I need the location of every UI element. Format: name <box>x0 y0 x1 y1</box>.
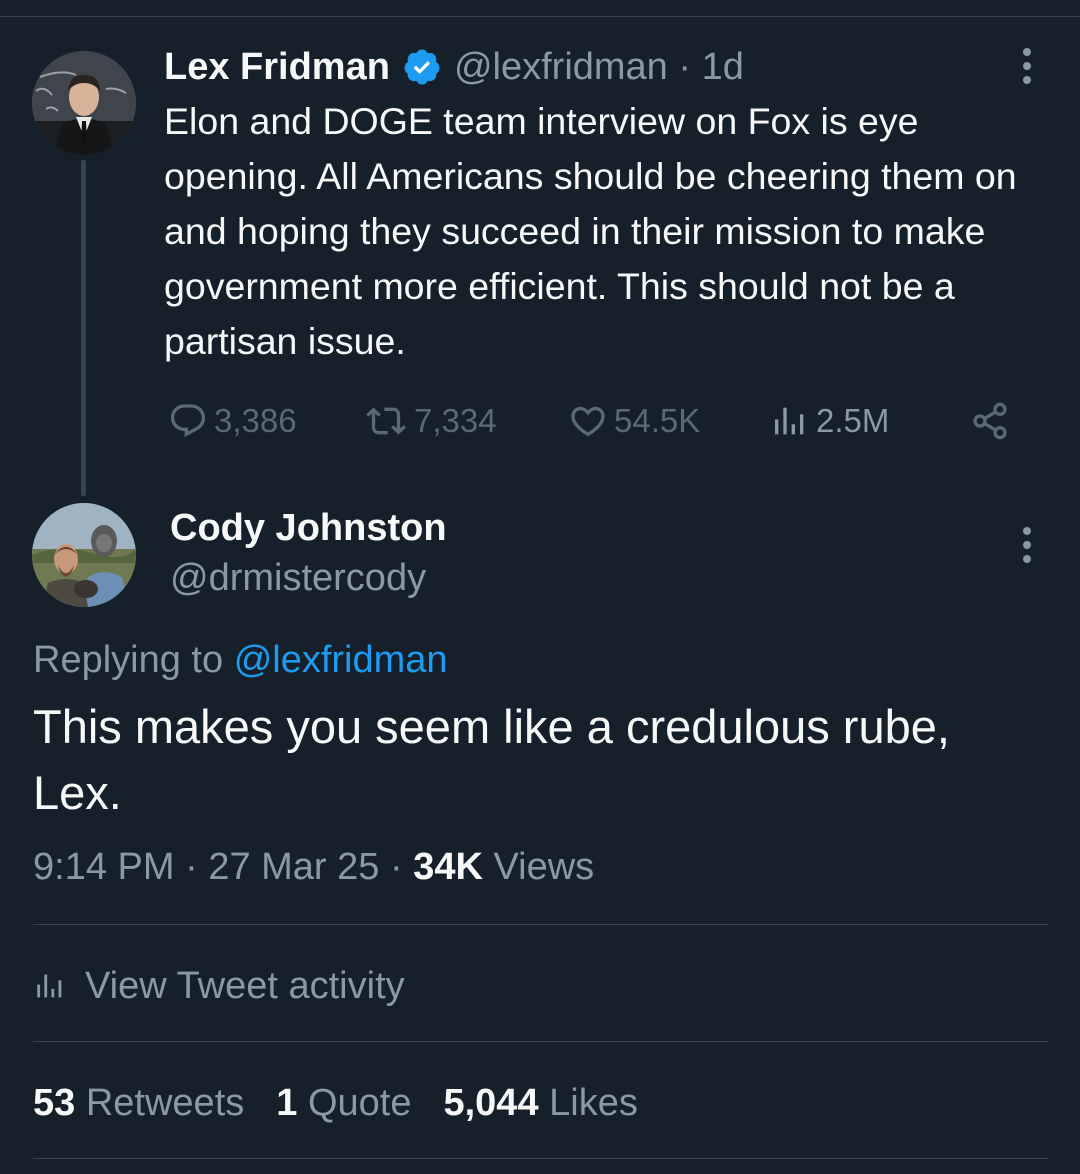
meta-separator-1: · <box>185 846 198 888</box>
parent-tweet-actions: 3,386 7,334 54.5K 2.5M <box>164 396 1024 446</box>
analytics-icon <box>37 974 62 998</box>
reply-author-name[interactable]: Cody Johnston <box>170 503 447 553</box>
parent-author-name[interactable]: Lex Fridman <box>164 46 390 89</box>
reply-tweet-text: This makes you seem like a credulous rub… <box>33 700 950 819</box>
view-tweet-activity-label: View Tweet activity <box>85 964 405 1007</box>
reply-button[interactable]: 3,386 <box>168 396 297 446</box>
retweet-button[interactable]: 7,334 <box>364 396 497 446</box>
retweets-label: Retweets <box>85 1081 245 1124</box>
like-button[interactable]: 54.5K <box>568 396 700 446</box>
quotes-label: Quote <box>307 1081 412 1124</box>
likes-stat-link[interactable]: 5,044 Likes <box>443 1082 637 1125</box>
reply-more-options-icon[interactable] <box>1012 525 1042 565</box>
retweets-stat-link[interactable]: 53 Retweets <box>33 1082 244 1125</box>
views-count: 2.5M <box>816 402 890 439</box>
retweets-count: 53 <box>33 1081 76 1124</box>
likes-count: 5,044 <box>443 1081 539 1124</box>
quotes-stat-link[interactable]: 1 Quote <box>276 1082 411 1125</box>
replying-to-mention-link[interactable]: @lexfridman <box>234 639 448 681</box>
engagement-stats: 53 Retweets 1 Quote 5,044 Likes <box>33 1077 670 1129</box>
share-icon <box>973 402 1007 440</box>
verified-badge-icon <box>402 47 442 87</box>
replying-to-label: Replying to <box>33 639 224 681</box>
parent-more-options-icon[interactable] <box>1012 46 1042 86</box>
reply-count: 3,386 <box>214 402 297 439</box>
divider <box>33 1158 1048 1159</box>
divider <box>33 924 1048 925</box>
like-count: 54.5K <box>614 402 701 439</box>
meta-separator-2: · <box>389 846 403 888</box>
thread-connector-line <box>81 160 86 496</box>
lex-avatar[interactable] <box>32 51 136 155</box>
heart-icon <box>571 406 605 437</box>
parent-tweet-header: Lex Fridman @lexfridman · 1d <box>164 42 744 92</box>
view-tweet-activity-button[interactable]: View Tweet activity <box>33 960 405 1012</box>
cody-avatar[interactable] <box>32 503 136 607</box>
parent-handle-and-time[interactable]: @lexfridman · 1d <box>454 46 744 89</box>
parent-tweet-text: Elon and DOGE team interview on Fox is e… <box>164 100 1017 362</box>
dot-separator: · <box>678 45 692 88</box>
divider <box>33 1041 1048 1042</box>
cody-avatar-image <box>32 503 136 607</box>
parent-handle[interactable]: @lexfridman <box>454 46 668 88</box>
quotes-count: 1 <box>276 1081 298 1124</box>
analytics-bars-icon <box>775 407 804 435</box>
top-divider <box>0 16 1080 17</box>
tweet-meta-line: 9:14 PM · 27 Mar 25 · 34K Views <box>33 842 594 892</box>
tweet-time[interactable]: 9:14 PM <box>33 846 175 888</box>
retweet-count: 7,334 <box>414 402 497 439</box>
views-button[interactable]: 2.5M <box>770 396 889 446</box>
reply-icon <box>170 404 206 438</box>
retweet-icon <box>366 407 406 435</box>
share-button[interactable] <box>970 396 1016 446</box>
views-label: Views <box>493 846 595 888</box>
tweet-detail-page: Lex Fridman @lexfridman · 1d Elon and DO… <box>0 0 1080 1174</box>
lex-avatar-image <box>32 51 136 155</box>
parent-timestamp[interactable]: 1d <box>702 46 744 88</box>
tweet-date[interactable]: 27 Mar 25 <box>208 846 379 888</box>
reply-author-handle[interactable]: @drmistercody <box>170 553 426 603</box>
views-count-bold: 34K <box>413 846 483 888</box>
replying-to-line: Replying to @lexfridman <box>33 635 448 685</box>
likes-label: Likes <box>549 1081 638 1124</box>
